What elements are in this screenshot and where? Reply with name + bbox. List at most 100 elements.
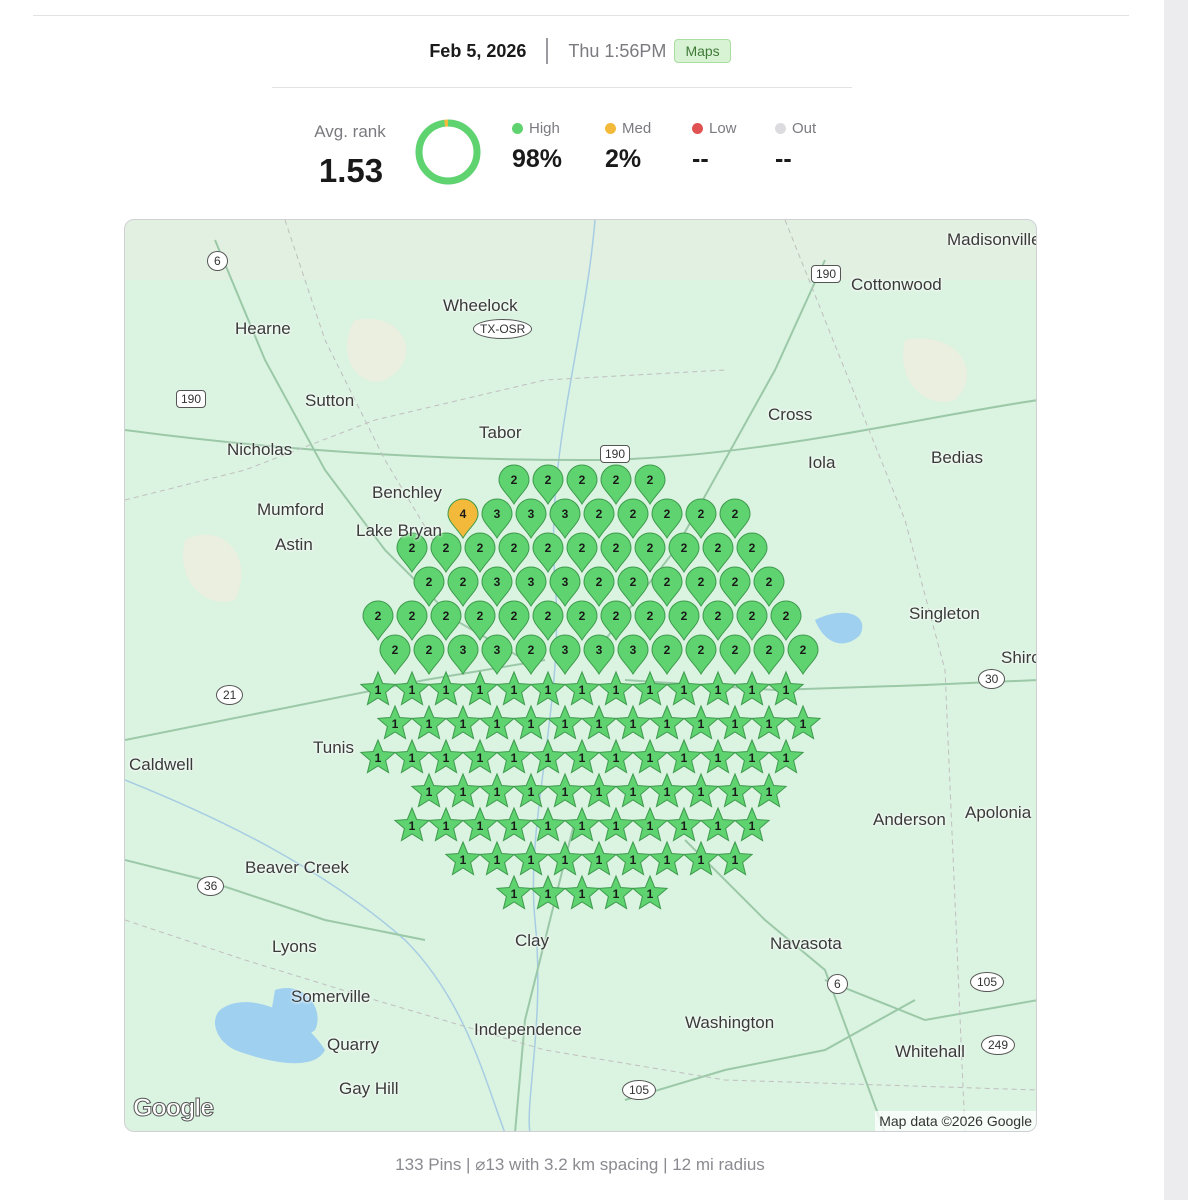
- rank-pin[interactable]: 1: [359, 670, 397, 706]
- rank-pin[interactable]: 1: [478, 772, 516, 808]
- rank-pin[interactable]: 2: [634, 532, 666, 573]
- rank-pin[interactable]: 1: [682, 772, 720, 808]
- rank-pin[interactable]: 2: [379, 634, 411, 675]
- rank-pin[interactable]: 1: [699, 670, 737, 706]
- rank-pin[interactable]: 1: [597, 670, 635, 706]
- rank-pin[interactable]: 1: [767, 738, 805, 774]
- rank-pin[interactable]: 2: [600, 464, 632, 505]
- rank-pin[interactable]: 2: [583, 498, 615, 539]
- rank-pin[interactable]: 2: [583, 566, 615, 607]
- rank-pin[interactable]: 3: [617, 634, 649, 675]
- rank-pin[interactable]: 2: [413, 566, 445, 607]
- rank-pin[interactable]: 3: [447, 634, 479, 675]
- rank-pin[interactable]: 1: [461, 806, 499, 842]
- rank-pin[interactable]: 1: [444, 840, 482, 876]
- rank-pin[interactable]: 2: [770, 600, 802, 641]
- rank-pin[interactable]: 1: [376, 704, 414, 740]
- rank-pin[interactable]: 2: [600, 600, 632, 641]
- rank-pin[interactable]: 2: [753, 634, 785, 675]
- rank-pin[interactable]: 2: [532, 464, 564, 505]
- rank-pin[interactable]: 1: [665, 806, 703, 842]
- rank-pin[interactable]: 1: [563, 806, 601, 842]
- rank-pin[interactable]: 2: [719, 634, 751, 675]
- rank-pin[interactable]: 3: [515, 566, 547, 607]
- rank-pin[interactable]: 2: [685, 566, 717, 607]
- rank-pin[interactable]: 1: [393, 738, 431, 774]
- rank-pin[interactable]: 1: [512, 704, 550, 740]
- rank-pin[interactable]: 1: [682, 840, 720, 876]
- rank-pin[interactable]: 1: [546, 772, 584, 808]
- rank-pin[interactable]: 1: [699, 806, 737, 842]
- rank-pin[interactable]: 1: [682, 704, 720, 740]
- rank-pin[interactable]: 1: [631, 670, 669, 706]
- rank-pin[interactable]: 1: [427, 738, 465, 774]
- rank-pin[interactable]: 1: [784, 704, 822, 740]
- rank-pin[interactable]: 1: [546, 840, 584, 876]
- rank-pin[interactable]: 1: [546, 704, 584, 740]
- rank-pin[interactable]: 1: [733, 806, 771, 842]
- rank-pin[interactable]: 2: [515, 634, 547, 675]
- rank-pin[interactable]: 1: [665, 670, 703, 706]
- rank-pin[interactable]: 2: [362, 600, 394, 641]
- rank-pin[interactable]: 1: [648, 772, 686, 808]
- rank-pin[interactable]: 2: [464, 600, 496, 641]
- rank-pin[interactable]: 3: [481, 498, 513, 539]
- rank-pin[interactable]: 2: [566, 600, 598, 641]
- rank-pin[interactable]: 1: [512, 840, 550, 876]
- rank-pin[interactable]: 2: [719, 498, 751, 539]
- rank-pin[interactable]: 2: [617, 498, 649, 539]
- rank-pin[interactable]: 2: [617, 566, 649, 607]
- rank-pin[interactable]: 1: [495, 874, 533, 910]
- rank-pin[interactable]: 1: [580, 704, 618, 740]
- rank-pin[interactable]: 1: [444, 772, 482, 808]
- rank-pin[interactable]: 1: [427, 670, 465, 706]
- rank-pin[interactable]: 1: [614, 840, 652, 876]
- rank-pin[interactable]: 1: [359, 738, 397, 774]
- rank-pin[interactable]: 1: [461, 738, 499, 774]
- rank-pin[interactable]: 1: [495, 806, 533, 842]
- rank-pin[interactable]: 3: [515, 498, 547, 539]
- rank-pin[interactable]: 3: [481, 566, 513, 607]
- rank-pin[interactable]: 2: [651, 566, 683, 607]
- rank-pin[interactable]: 2: [396, 600, 428, 641]
- rank-pin[interactable]: 2: [685, 634, 717, 675]
- rank-pin[interactable]: 1: [410, 704, 448, 740]
- rank-pin[interactable]: 1: [648, 840, 686, 876]
- rank-pin[interactable]: 2: [651, 634, 683, 675]
- rank-pin[interactable]: 1: [750, 704, 788, 740]
- rank-pin[interactable]: 2: [736, 532, 768, 573]
- rank-pin[interactable]: 2: [532, 532, 564, 573]
- rank-pin[interactable]: 1: [597, 874, 635, 910]
- rank-pin[interactable]: 3: [481, 634, 513, 675]
- rank-pin[interactable]: 1: [648, 704, 686, 740]
- rank-pin[interactable]: 1: [614, 704, 652, 740]
- rank-pin[interactable]: 1: [580, 772, 618, 808]
- rank-pin[interactable]: 1: [393, 670, 431, 706]
- rank-pin[interactable]: 1: [699, 738, 737, 774]
- rank-pin[interactable]: 2: [566, 532, 598, 573]
- rank-pin[interactable]: 1: [631, 874, 669, 910]
- rank-pin[interactable]: 2: [719, 566, 751, 607]
- rank-pin[interactable]: 3: [583, 634, 615, 675]
- rank-pin[interactable]: 1: [631, 738, 669, 774]
- rank-pin[interactable]: 3: [549, 498, 581, 539]
- rank-pin[interactable]: 1: [410, 772, 448, 808]
- rank-pin[interactable]: 1: [716, 772, 754, 808]
- rank-pin[interactable]: 1: [580, 840, 618, 876]
- rank-pin[interactable]: 2: [787, 634, 819, 675]
- rank-pin[interactable]: 2: [702, 600, 734, 641]
- rank-pin[interactable]: 2: [651, 498, 683, 539]
- rank-pin[interactable]: 2: [668, 600, 700, 641]
- rank-pin[interactable]: 1: [614, 772, 652, 808]
- rank-pin[interactable]: 1: [478, 704, 516, 740]
- rank-pin[interactable]: 1: [427, 806, 465, 842]
- rank-pin[interactable]: 1: [665, 738, 703, 774]
- rank-pin[interactable]: 2: [702, 532, 734, 573]
- rank-pin[interactable]: 1: [461, 670, 499, 706]
- rank-pin[interactable]: 1: [750, 772, 788, 808]
- rank-pin[interactable]: 1: [529, 738, 567, 774]
- rank-pin[interactable]: 2: [532, 600, 564, 641]
- rank-pin[interactable]: 2: [668, 532, 700, 573]
- rank-pin[interactable]: 2: [600, 532, 632, 573]
- rank-pin[interactable]: 1: [733, 738, 771, 774]
